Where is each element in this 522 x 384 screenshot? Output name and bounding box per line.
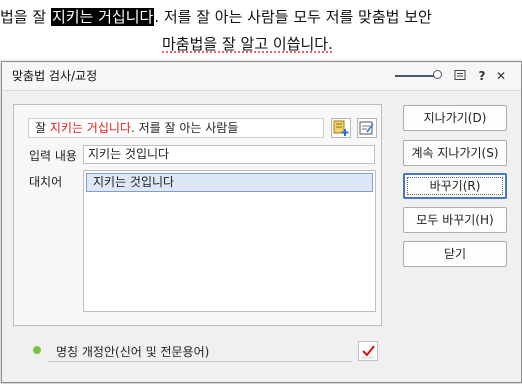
replace-button[interactable]: 바꾸기(R) [403, 173, 507, 199]
document-text-misspelled: 마춤법을 잘 알고 이씁니다. [162, 35, 333, 53]
document-line-1: 법을 잘 지키는 거십니다. 저를 잘 아는 사람들 모두 저를 맞춤법 보안 [0, 4, 522, 30]
focus-ring [407, 177, 503, 195]
input-field[interactable]: 지키는 것입니다 [83, 145, 375, 164]
naming-revision-option[interactable]: 명칭 개정안(신어 및 전문용어) [28, 340, 358, 362]
skip-all-button[interactable]: 계속 지나가기(S) [403, 140, 507, 166]
context-text: 잘 [35, 121, 50, 135]
transparency-slider-knob[interactable] [433, 70, 442, 79]
dialog-titlebar[interactable]: 맞춤법 검사/교정 ? ✕ [2, 62, 521, 91]
document-text: 법을 잘 [0, 8, 51, 26]
checkmark-button[interactable] [358, 341, 378, 361]
naming-revision-label: 명칭 개정안(신어 및 전문용어) [56, 345, 210, 359]
context-error-text: 지키는 거십니다 [49, 121, 131, 135]
help-icon[interactable]: ? [475, 69, 489, 83]
close-button[interactable]: 닫기 [403, 241, 507, 267]
document-line-2: 마춤법을 잘 알고 이씁니다. [162, 32, 333, 56]
edit-dictionary-button[interactable] [357, 118, 377, 138]
context-sentence: 잘 지키는 거십니다. 저를 잘 아는 사람들 [28, 118, 324, 138]
input-label: 입력 내용 [29, 149, 77, 163]
transparency-slider-track[interactable] [395, 75, 435, 77]
add-word-button[interactable] [331, 118, 351, 138]
document-selected-text: 지키는 거십니다 [50, 8, 155, 26]
divider [48, 361, 352, 362]
skip-button[interactable]: 지나가기(D) [403, 105, 507, 131]
suggestions-list[interactable]: 지키는 것입니다 [83, 170, 376, 312]
context-text: . 저를 잘 아는 사람들 [130, 121, 239, 135]
options-icon[interactable] [453, 69, 467, 83]
suggestions-label: 대치어 [29, 175, 63, 189]
close-icon[interactable]: ✕ [494, 69, 508, 83]
document-text: . 저를 잘 아는 사람들 모두 저를 맞춤법 보안 [154, 8, 432, 26]
dialog-title: 맞춤법 검사/교정 [12, 69, 98, 83]
spellcheck-dialog: 맞춤법 검사/교정 ? ✕ 잘 지키는 거십니다. 저를 잘 아는 사람들 입력… [1, 61, 522, 383]
replace-all-button[interactable]: 모두 바꾸기(H) [403, 207, 507, 233]
suggestion-item[interactable]: 지키는 것입니다 [86, 173, 373, 192]
status-dot-icon [33, 346, 41, 354]
